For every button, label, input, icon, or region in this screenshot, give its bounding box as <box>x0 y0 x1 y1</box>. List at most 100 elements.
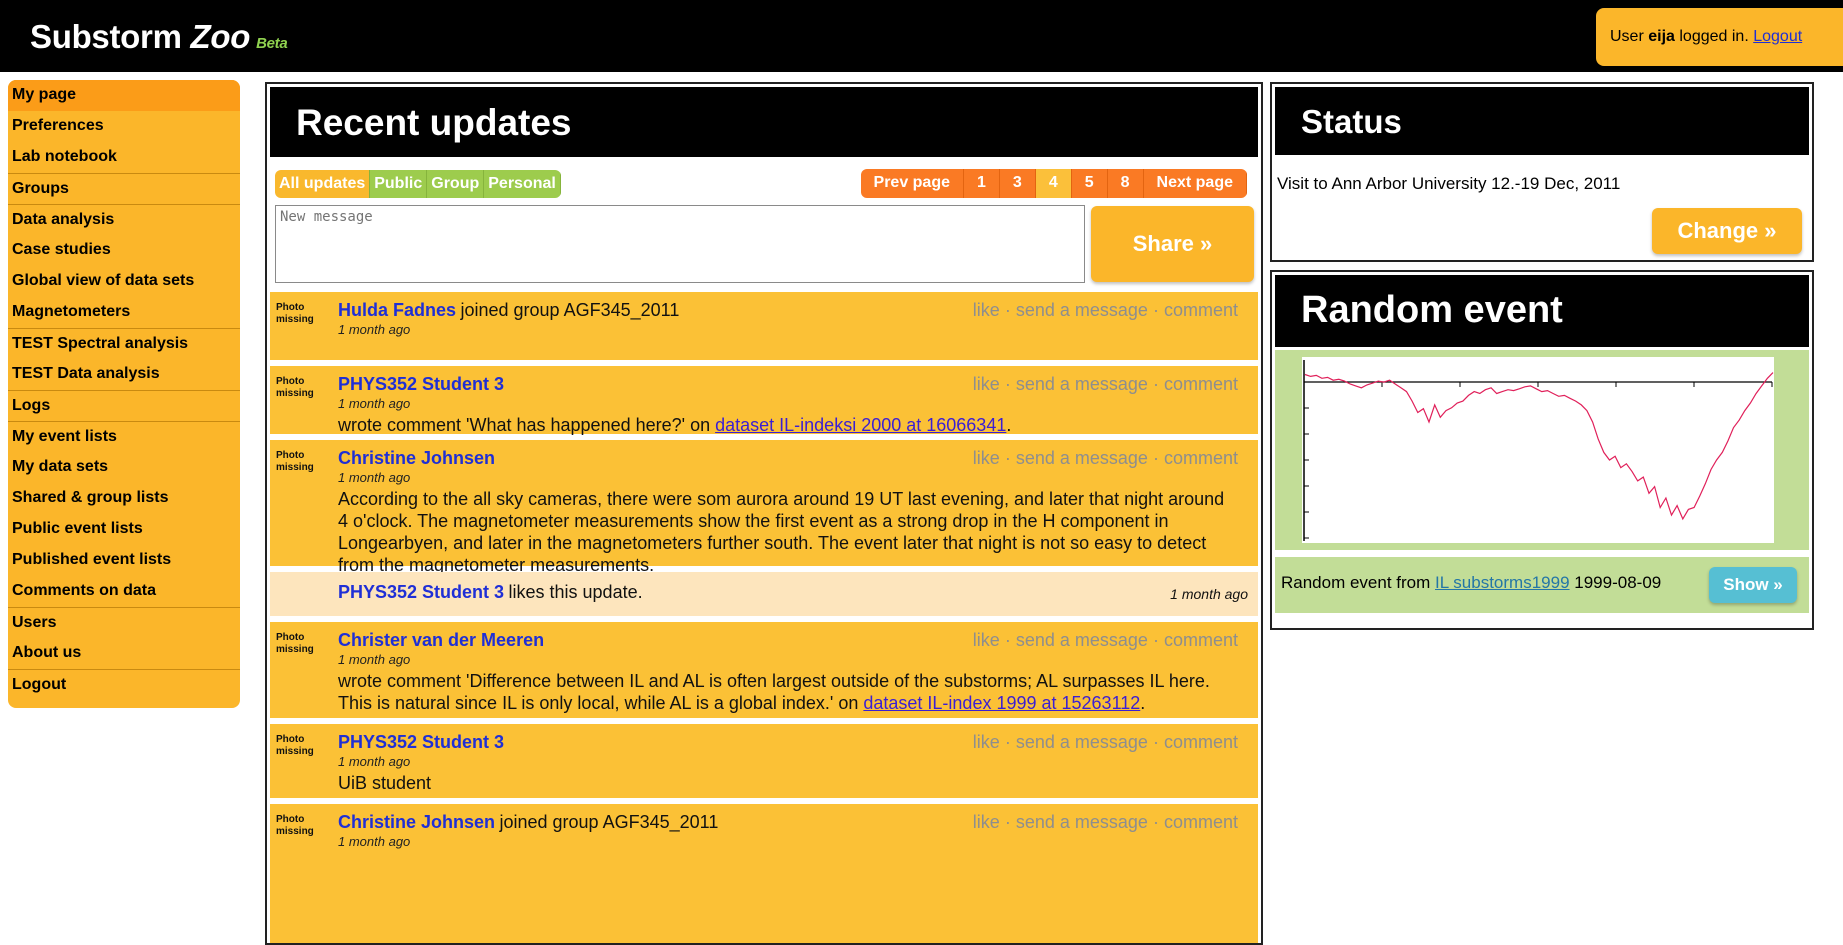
random-event-panel: Random event Random event from IL substo… <box>1270 270 1814 630</box>
top-bar: Substorm Zoo Beta User eija logged in. Lo… <box>0 0 1843 72</box>
comment-link[interactable]: comment <box>1164 812 1238 832</box>
comment-link[interactable]: comment <box>1164 374 1238 394</box>
username: eija <box>1648 28 1675 45</box>
tab-public[interactable]: Public <box>370 170 428 198</box>
event-list-link[interactable]: IL substorms1999 <box>1435 573 1570 592</box>
status-title: Status <box>1275 87 1809 155</box>
post-text: joined group AGF345_2011 <box>499 812 719 832</box>
sidebar-item-case-studies[interactable]: Case studies <box>8 235 240 266</box>
pagination: Prev page 1 3 4 5 8 Next page <box>860 169 1247 198</box>
post-actions: like · send a message · comment <box>972 732 1238 752</box>
sidebar-item-lab-notebook[interactable]: Lab notebook <box>8 142 240 173</box>
sidebar-item-my-data-sets[interactable]: My data sets <box>8 452 240 483</box>
post-actions: like · send a message · comment <box>972 448 1238 468</box>
like-link[interactable]: like <box>973 630 1000 650</box>
user-link[interactable]: Hulda Fadnes <box>338 300 456 320</box>
list-item: Photo missing PHYS352 Student 3 1 month a… <box>270 366 1258 435</box>
send-message-link[interactable]: send a message <box>1016 448 1148 468</box>
user-link[interactable]: Christine Johnsen <box>338 448 495 468</box>
photo-missing-placeholder: Photo missing <box>276 814 314 837</box>
user-prefix: User <box>1610 28 1644 45</box>
share-button[interactable]: Share » <box>1091 206 1254 282</box>
post-actions: like · send a message · comment <box>972 630 1238 650</box>
post-body: wrote comment 'Difference between IL and… <box>338 671 1210 713</box>
sidebar-item-my-event-lists[interactable]: My event lists <box>8 421 240 452</box>
sidebar-nav: My page Preferences Lab notebook Groups … <box>8 80 240 708</box>
random-event-plot <box>1302 357 1774 543</box>
post-date: 1 month ago <box>338 396 411 411</box>
post-body: wrote comment 'What has happened here?' … <box>338 415 1012 435</box>
comment-link[interactable]: comment <box>1164 300 1238 320</box>
post-body: UiB student <box>338 773 432 793</box>
comment-link[interactable]: comment <box>1164 448 1238 468</box>
tab-personal[interactable]: Personal <box>484 170 561 198</box>
page-button[interactable]: 8 <box>1107 169 1144 198</box>
sidebar-item-users[interactable]: Users <box>8 607 240 638</box>
like-link[interactable]: like <box>973 300 1000 320</box>
sidebar-item-my-page[interactable]: My page <box>8 80 240 111</box>
sidebar-item-test-data[interactable]: TEST Data analysis <box>8 359 240 390</box>
like-link[interactable]: like <box>973 812 1000 832</box>
like-link[interactable]: like <box>973 448 1000 468</box>
post-text: joined group AGF345_2011 <box>460 300 680 320</box>
post-actions: like · send a message · comment <box>972 300 1238 320</box>
tab-group[interactable]: Group <box>427 170 485 198</box>
change-status-button[interactable]: Change » <box>1652 208 1802 254</box>
like-link[interactable]: like <box>973 732 1000 752</box>
sidebar-item-magnetometers[interactable]: Magnetometers <box>8 297 240 328</box>
send-message-link[interactable]: send a message <box>1016 732 1148 752</box>
sidebar-item-test-spectral[interactable]: TEST Spectral analysis <box>8 328 240 359</box>
post-body: According to the all sky cameras, there … <box>338 489 1225 575</box>
sidebar-item-published-event-lists[interactable]: Published event lists <box>8 545 240 576</box>
send-message-link[interactable]: send a message <box>1016 812 1148 832</box>
user-suffix: logged in. <box>1679 28 1749 45</box>
sidebar-item-groups[interactable]: Groups <box>8 173 240 204</box>
page-button[interactable]: 5 <box>1071 169 1108 198</box>
post-date: 1 month ago <box>338 754 411 769</box>
post-text: likes this update. <box>508 582 643 602</box>
logout-link[interactable]: Logout <box>1753 28 1802 45</box>
sidebar-item-comments-on-data[interactable]: Comments on data <box>8 576 240 607</box>
user-link[interactable]: Christer van der Meeren <box>338 630 544 650</box>
page-button[interactable]: 1 <box>964 169 1000 198</box>
user-link[interactable]: PHYS352 Student 3 <box>338 732 504 752</box>
sidebar-item-public-event-lists[interactable]: Public event lists <box>8 514 240 545</box>
send-message-link[interactable]: send a message <box>1016 300 1148 320</box>
logo-zoo: Zoo <box>190 18 251 55</box>
page-title: Recent updates <box>270 87 1258 157</box>
list-item: Photo missing PHYS352 Student 3 1 month a… <box>270 724 1258 798</box>
photo-missing-placeholder: Photo missing <box>276 450 314 473</box>
sidebar-item-logs[interactable]: Logs <box>8 390 240 421</box>
comment-link[interactable]: comment <box>1164 732 1238 752</box>
new-message-input[interactable] <box>275 205 1085 283</box>
sidebar-item-data-analysis[interactable]: Data analysis <box>8 204 240 235</box>
random-event-date: 1999-08-09 <box>1574 573 1662 592</box>
sidebar-item-global-view[interactable]: Global view of data sets <box>8 266 240 297</box>
user-link[interactable]: PHYS352 Student 3 <box>338 374 504 394</box>
dataset-link[interactable]: dataset IL-indeksi 2000 at 16066341 <box>715 415 1006 435</box>
next-page-button[interactable]: Next page <box>1143 169 1247 198</box>
photo-missing-placeholder: Photo missing <box>276 734 314 757</box>
send-message-link[interactable]: send a message <box>1016 374 1148 394</box>
like-link[interactable]: like <box>973 374 1000 394</box>
sidebar-item-preferences[interactable]: Preferences <box>8 111 240 142</box>
show-event-button[interactable]: Show » <box>1709 567 1797 603</box>
page-button-current[interactable]: 4 <box>1035 169 1072 198</box>
post-actions: like · send a message · comment <box>972 812 1238 832</box>
prev-page-button[interactable]: Prev page <box>860 169 964 198</box>
sidebar-item-about-us[interactable]: About us <box>8 638 240 669</box>
comment-link[interactable]: comment <box>1164 630 1238 650</box>
send-message-link[interactable]: send a message <box>1016 630 1148 650</box>
sidebar-item-logout[interactable]: Logout <box>8 669 240 700</box>
post-date: 1 month ago <box>338 470 411 485</box>
post-date: 1 month ago <box>338 322 411 337</box>
dataset-link[interactable]: dataset IL-index 1999 at 15263112 <box>863 693 1140 713</box>
beta-badge: Beta <box>256 35 288 52</box>
page-button[interactable]: 3 <box>999 169 1036 198</box>
user-link[interactable]: PHYS352 Student 3 <box>338 582 504 602</box>
user-link[interactable]: Christine Johnsen <box>338 812 495 832</box>
site-logo[interactable]: Substorm Zoo Beta <box>30 18 288 56</box>
tab-all-updates[interactable]: All updates <box>275 170 371 198</box>
sidebar-item-shared-group-lists[interactable]: Shared & group lists <box>8 483 240 514</box>
post-date: 1 month ago <box>338 834 411 849</box>
